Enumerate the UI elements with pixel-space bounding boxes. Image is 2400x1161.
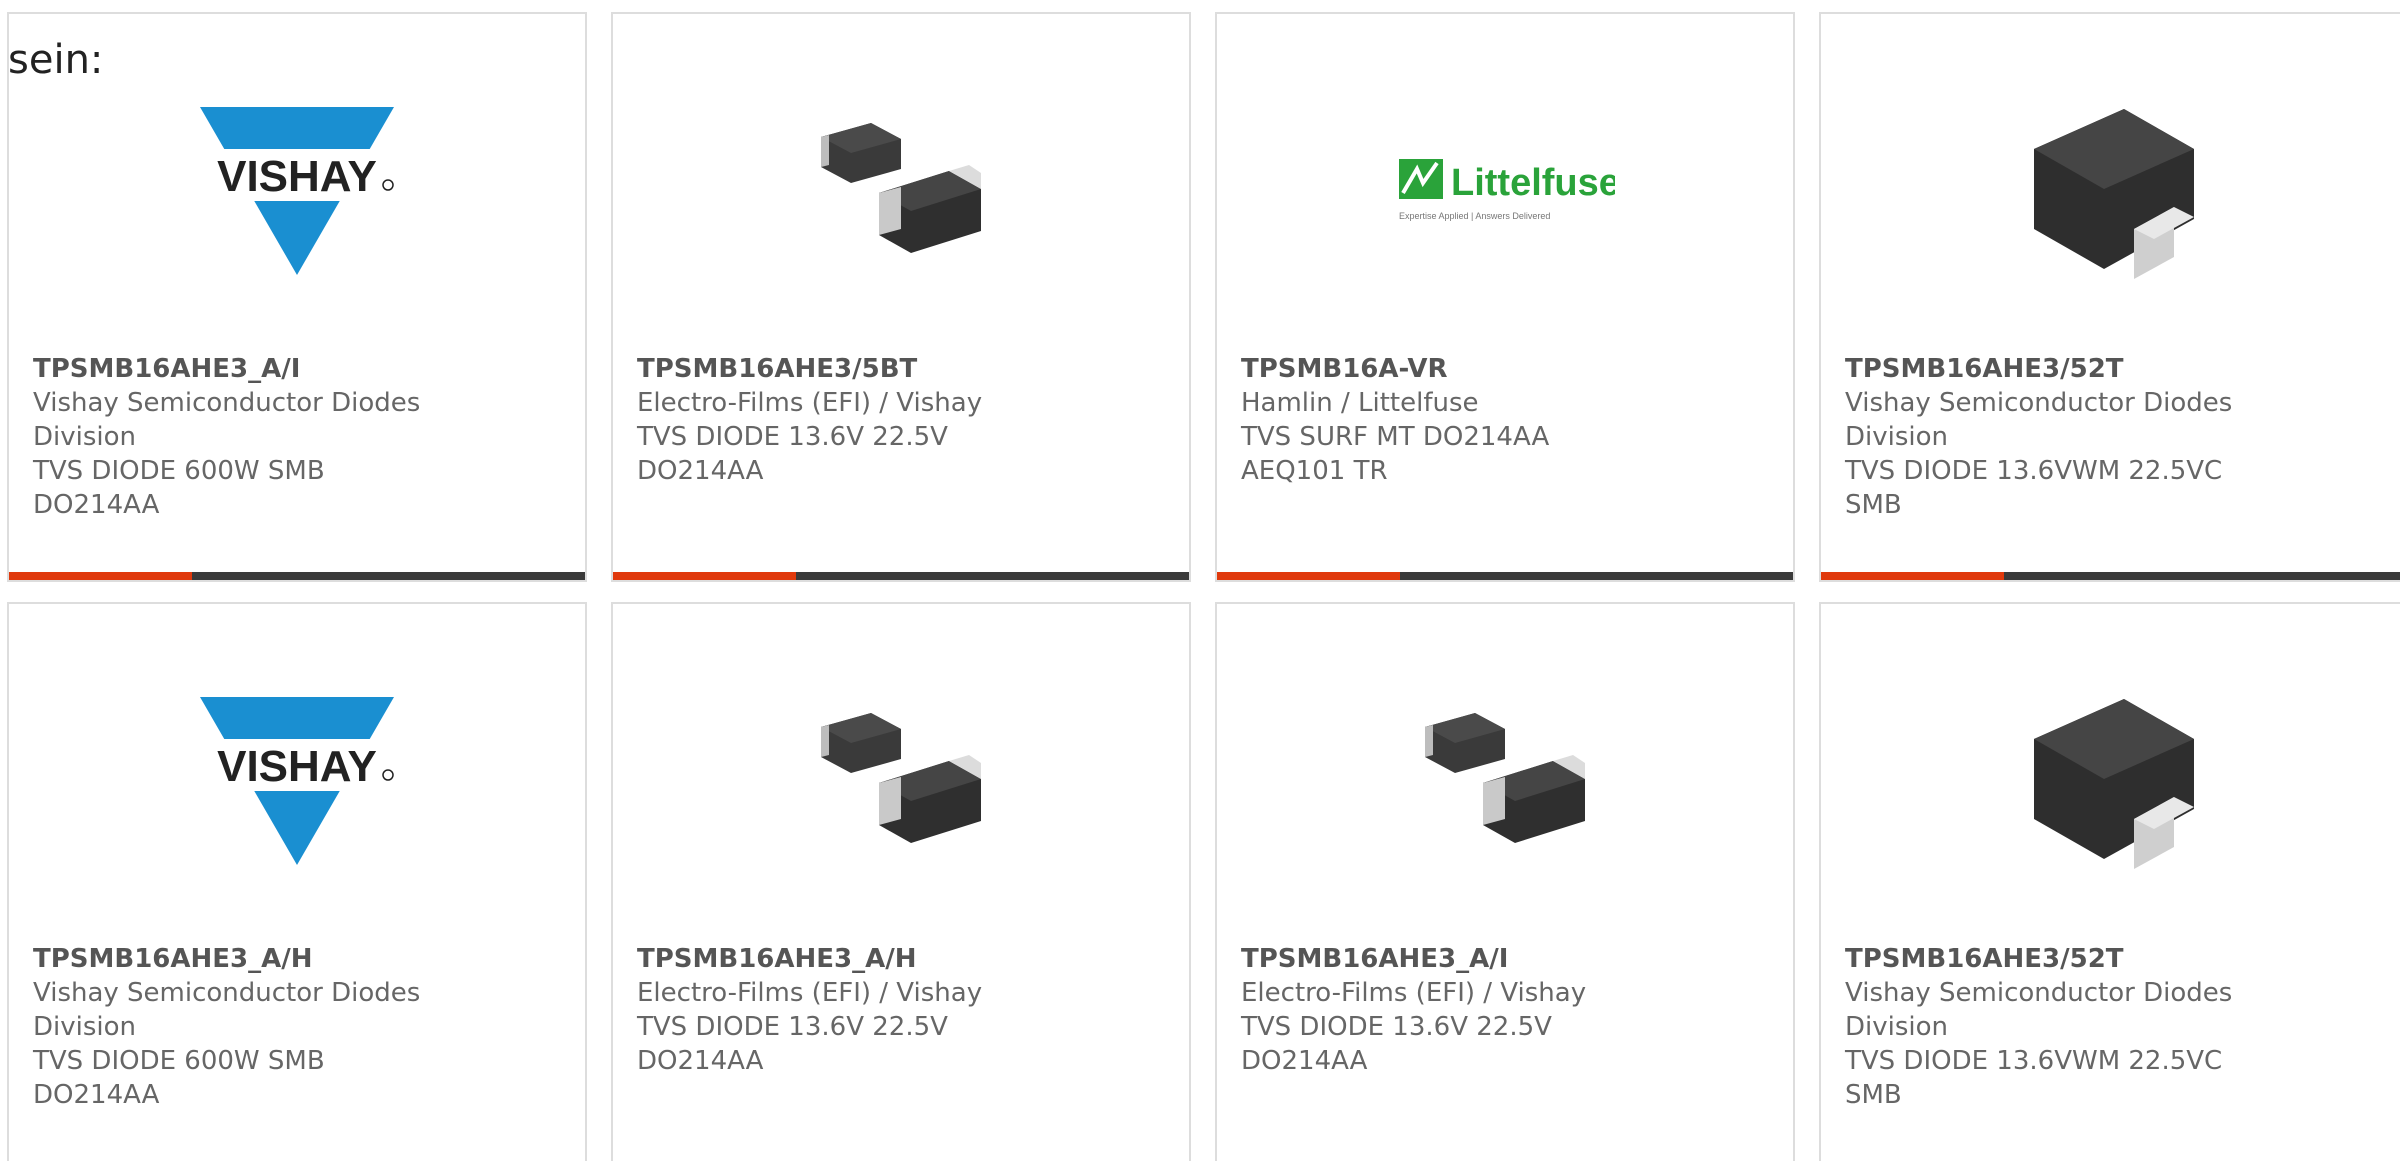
card-accent-bar — [1821, 572, 2400, 580]
product-info: TPSMB16AHE3/52T Vishay Semiconductor Dio… — [1845, 352, 2265, 522]
vishay-logo-icon: VISHAY — [9, 674, 585, 884]
product-card[interactable]: VISHAY TPSMB16AHE3_A/I Vishay Semiconduc… — [7, 12, 587, 582]
product-info: TPSMB16A-VR Hamlin / Littelfuse TVS SURF… — [1241, 352, 1661, 488]
manufacturer: Electro-Films (EFI) / Vishay — [637, 388, 983, 418]
description: TVS SURF MT DO214AA AEQ101 TR — [1241, 422, 1550, 486]
smb-diode-package-image-icon — [1821, 84, 2400, 294]
product-info: TPSMB16AHE3/5BT Electro-Films (EFI) / Vi… — [637, 352, 1057, 488]
description: TVS DIODE 13.6V 22.5V DO214AA — [1241, 1012, 1552, 1076]
part-number[interactable]: TPSMB16A-VR — [1241, 352, 1661, 386]
part-number[interactable]: TPSMB16AHE3_A/I — [33, 352, 453, 386]
svg-text:VISHAY: VISHAY — [217, 152, 377, 201]
card-accent-bar — [1217, 572, 1793, 580]
manufacturer: Vishay Semiconductor Diodes Division — [1845, 978, 2233, 1042]
product-info: TPSMB16AHE3_A/H Electro-Films (EFI) / Vi… — [637, 942, 1057, 1078]
part-number[interactable]: TPSMB16AHE3/5BT — [637, 352, 1057, 386]
product-card[interactable]: TPSMB16AHE3/52T Vishay Semiconductor Dio… — [1819, 602, 2400, 1161]
description: TVS DIODE 600W SMB DO214AA — [33, 456, 325, 520]
product-info: TPSMB16AHE3_A/H Vishay Semiconductor Dio… — [33, 942, 453, 1112]
part-number[interactable]: TPSMB16AHE3_A/H — [637, 942, 1057, 976]
manufacturer: Vishay Semiconductor Diodes Division — [33, 978, 421, 1042]
manufacturer: Hamlin / Littelfuse — [1241, 388, 1479, 418]
littelfuse-logo-icon: Littelfuse Expertise Applied | Answers D… — [1217, 84, 1793, 294]
product-card[interactable]: TPSMB16AHE3/5BT Electro-Films (EFI) / Vi… — [611, 12, 1191, 582]
product-card[interactable]: TPSMB16AHE3_A/I Electro-Films (EFI) / Vi… — [1215, 602, 1795, 1161]
product-card[interactable]: TPSMB16AHE3/52T Vishay Semiconductor Dio… — [1819, 12, 2400, 582]
description: TVS DIODE 13.6VWM 22.5VC SMB — [1845, 456, 2223, 520]
vishay-logo-icon: VISHAY — [9, 84, 585, 294]
manufacturer: Vishay Semiconductor Diodes Division — [33, 388, 421, 452]
part-number[interactable]: TPSMB16AHE3_A/H — [33, 942, 453, 976]
smb-diode-package-image-icon — [1821, 674, 2400, 884]
smd-diode-pair-image-icon — [613, 84, 1189, 294]
description: TVS DIODE 13.6V 22.5V DO214AA — [637, 422, 948, 486]
smd-diode-pair-image-icon — [1217, 674, 1793, 884]
description: TVS DIODE 13.6V 22.5V DO214AA — [637, 1012, 948, 1076]
svg-text:VISHAY: VISHAY — [217, 742, 377, 791]
card-accent-bar — [613, 572, 1189, 580]
product-card[interactable]: TPSMB16AHE3_A/H Electro-Films (EFI) / Vi… — [611, 602, 1191, 1161]
manufacturer: Vishay Semiconductor Diodes Division — [1845, 388, 2233, 452]
product-info: TPSMB16AHE3_A/I Vishay Semiconductor Dio… — [33, 352, 453, 522]
product-grid-page: sein: VISHAY TPSMB16AHE3_A/I Vishay Semi… — [0, 0, 2400, 1161]
smd-diode-pair-image-icon — [613, 674, 1189, 884]
product-card[interactable]: Littelfuse Expertise Applied | Answers D… — [1215, 12, 1795, 582]
part-number[interactable]: TPSMB16AHE3/52T — [1845, 942, 2265, 976]
part-number[interactable]: TPSMB16AHE3_A/I — [1241, 942, 1661, 976]
part-number[interactable]: TPSMB16AHE3/52T — [1845, 352, 2265, 386]
product-info: TPSMB16AHE3/52T Vishay Semiconductor Dio… — [1845, 942, 2265, 1112]
description: TVS DIODE 600W SMB DO214AA — [33, 1046, 325, 1110]
manufacturer: Electro-Films (EFI) / Vishay — [637, 978, 983, 1008]
product-info: TPSMB16AHE3_A/I Electro-Films (EFI) / Vi… — [1241, 942, 1661, 1078]
product-card[interactable]: VISHAY TPSMB16AHE3_A/H Vishay Semiconduc… — [7, 602, 587, 1161]
lead-text: sein: — [8, 37, 104, 83]
svg-text:Littelfuse: Littelfuse — [1451, 162, 1615, 204]
svg-text:Expertise Applied | Answers De: Expertise Applied | Answers Delivered — [1399, 211, 1550, 221]
description: TVS DIODE 13.6VWM 22.5VC SMB — [1845, 1046, 2223, 1110]
manufacturer: Electro-Films (EFI) / Vishay — [1241, 978, 1587, 1008]
card-accent-bar — [9, 572, 585, 580]
